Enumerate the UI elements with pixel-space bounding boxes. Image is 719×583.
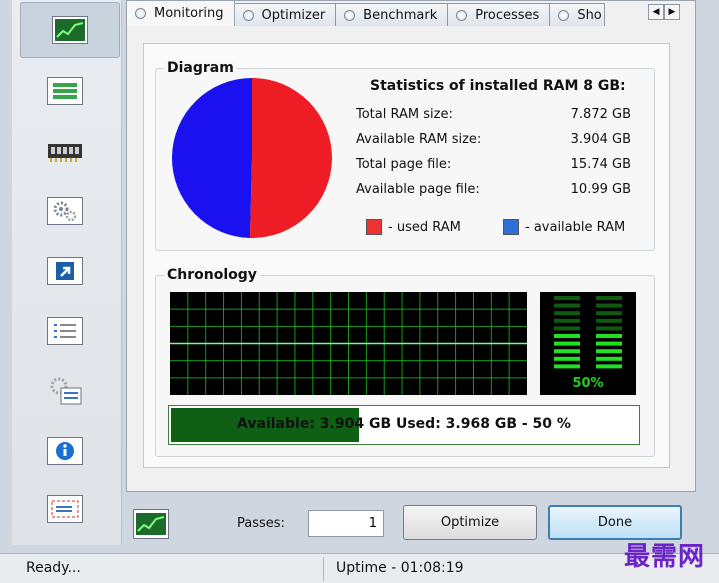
meter-bar [554,296,580,300]
sidebar-item-shortcut[interactable] [36,248,94,294]
tab-benchmark[interactable]: Benchmark [335,3,449,26]
sidebar [12,0,122,545]
legend-used-label: - used RAM [388,219,461,235]
tab-shortcuts[interactable]: Sho [549,3,605,26]
memory-usage-bar: Available: 3.904 GB Used: 3.968 GB - 50 … [168,405,640,445]
done-button[interactable]: Done [548,505,682,540]
tab-strip: Monitoring Optimizer Benchmark Processes… [126,0,605,26]
memory-history-chart [170,292,527,395]
radio-icon [558,9,570,21]
legend-available: - available RAM [503,219,625,235]
meter-bar [596,364,622,369]
meter-bar [554,364,580,369]
meter-bar [554,334,580,338]
pie-slice-available [172,78,252,238]
tab-label: Sho [577,7,602,23]
meter-bar [596,326,622,331]
info-icon [47,437,83,465]
tab-monitoring[interactable]: Monitoring [126,0,235,26]
stat-value: 10.99 GB [570,182,631,197]
settings-checklist-icon [47,377,83,405]
radio-icon [344,9,356,21]
usage-meter: 50% [540,292,636,395]
legend-used: - used RAM [366,219,461,235]
stats-title: Statistics of installed RAM 8 GB: [370,78,626,94]
meter-bar [596,318,622,323]
memory-graph-icon [52,16,88,44]
meter-bar [554,311,580,316]
tab-label: Processes [475,7,540,23]
meter-bar [596,349,622,354]
status-text: Ready... [26,560,81,576]
sidebar-item-ram[interactable] [36,128,94,174]
usage-bar-text: Available: 3.904 GB Used: 3.968 GB - 50 … [237,416,571,432]
tab-label: Optimizer [261,7,326,23]
shortcut-arrow-icon [47,257,83,285]
watermark: 最需网 [623,542,705,572]
meter-bar [554,303,580,308]
meter-bar [596,311,622,316]
memory-graph-icon [133,509,169,539]
radio-icon [456,9,468,21]
meter-bar [596,296,622,300]
tab-optimizer[interactable]: Optimizer [233,3,337,26]
meter-bar [554,356,580,361]
tab-scroll-buttons: ◀ ▶ [648,4,680,20]
meter-bar [554,326,580,331]
pie-slice-used [249,78,333,239]
meter-bar [554,341,580,346]
mail-icon [47,495,83,523]
tab-processes[interactable]: Processes [447,3,551,26]
meter-bar [554,318,580,323]
tab-label: Monitoring [154,6,224,21]
passes-input[interactable] [308,510,384,537]
stat-label: Total RAM size: [356,107,453,122]
sidebar-item-settings-list[interactable] [36,368,94,414]
uptime-text: Uptime - 01:08:19 [336,560,464,576]
stat-value: 15.74 GB [570,157,631,172]
status-bar: Ready... Uptime - 01:08:19 [0,553,719,583]
checklist-icon [47,317,83,345]
stat-row-available-ram: Available RAM size: 3.904 GB [356,132,631,147]
stat-label: Available page file: [356,182,480,197]
sidebar-item-monitoring[interactable] [20,2,120,58]
ram-pie-chart [172,78,333,239]
meter-percent-label: 50% [572,376,604,391]
optimize-button[interactable]: Optimize [403,505,537,540]
legend-available-label: - available RAM [525,219,626,235]
sidebar-item-list[interactable] [36,68,94,114]
status-divider [323,557,324,581]
ram-chip-icon [47,137,83,165]
stat-row-total-page: Total page file: 15.74 GB [356,157,631,172]
sidebar-item-info[interactable] [36,428,94,474]
tab-label: Benchmark [363,7,438,23]
radio-icon [135,8,146,19]
scroll-right-icon[interactable]: ▶ [664,4,680,20]
stat-value: 7.872 GB [570,107,631,122]
gears-icon [47,197,83,225]
meter-bar [596,356,622,361]
used-swatch [366,219,382,235]
stat-value: 3.904 GB [570,132,631,147]
list-bars-icon [47,77,83,105]
available-swatch [503,219,519,235]
meter-bar [554,349,580,354]
stat-row-available-page: Available page file: 10.99 GB [356,182,631,197]
stat-row-total-ram: Total RAM size: 7.872 GB [356,107,631,122]
sidebar-item-checklist[interactable] [36,308,94,354]
stat-label: Total page file: [356,157,452,172]
sidebar-item-mail[interactable] [36,486,94,532]
sidebar-item-gears[interactable] [36,188,94,234]
scroll-left-icon[interactable]: ◀ [648,4,664,20]
meter-bar [596,341,622,346]
meter-bar [596,303,622,308]
chronology-title: Chronology [164,267,260,283]
radio-icon [242,9,254,21]
stat-label: Available RAM size: [356,132,482,147]
passes-label: Passes: [237,516,285,531]
meter-bar [596,334,622,338]
